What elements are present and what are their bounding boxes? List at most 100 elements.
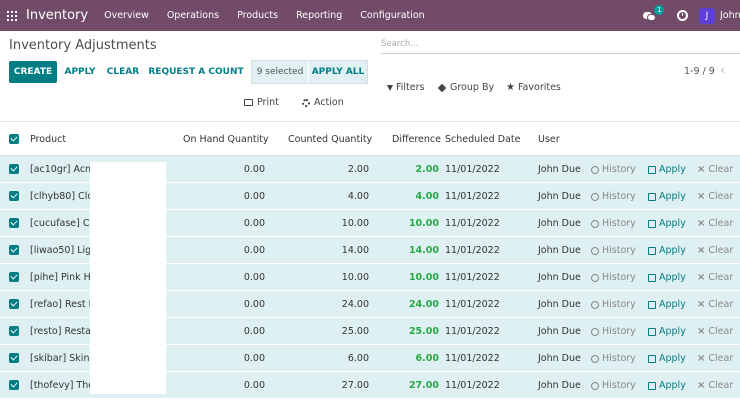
pager-previous-icon[interactable]: ‹ [720, 63, 725, 77]
history-button[interactable]: History [591, 164, 636, 175]
counted-cell[interactable]: 2.00 [348, 164, 369, 175]
user-cell[interactable]: John Due [538, 272, 581, 283]
apply-row-button[interactable]: Apply [648, 380, 686, 391]
user-cell[interactable]: John Due [538, 164, 581, 175]
favorites-dropdown[interactable]: ★ Favorites [506, 82, 561, 93]
clock-icon[interactable] [677, 10, 688, 21]
pager-value[interactable]: 1-9 / 9 [684, 66, 715, 77]
request-count-button[interactable]: REQUEST A COUNT [147, 61, 245, 83]
scheduled-date-cell[interactable]: 11/01/2022 [445, 272, 500, 283]
history-button[interactable]: History [591, 326, 636, 337]
apps-grid-icon[interactable] [7, 10, 17, 21]
apply-all-button[interactable]: APPLY ALL [308, 61, 367, 83]
scheduled-date-cell[interactable]: 11/01/2022 [445, 191, 500, 202]
scheduled-date-cell[interactable]: 11/01/2022 [445, 353, 500, 364]
history-button[interactable]: History [591, 218, 636, 229]
clear-row-button[interactable]: × Clear [697, 353, 733, 364]
clear-row-button[interactable]: × Clear [697, 326, 733, 337]
history-button[interactable]: History [591, 191, 636, 202]
row-checkbox[interactable] [9, 272, 19, 282]
apply-row-button[interactable]: Apply [648, 191, 686, 202]
row-checkbox[interactable] [9, 353, 19, 363]
history-icon [591, 273, 599, 282]
history-button[interactable]: History [591, 245, 636, 256]
group-by-dropdown[interactable]: Group By [437, 82, 494, 93]
action-dropdown[interactable]: Action [302, 97, 344, 108]
header-counted[interactable]: Counted Quantity [288, 134, 372, 145]
menu-products[interactable]: Products [237, 10, 278, 21]
apply-row-button[interactable]: Apply [648, 218, 686, 229]
row-checkbox[interactable] [9, 326, 19, 336]
user-cell[interactable]: John Due [538, 245, 581, 256]
history-button[interactable]: History [591, 272, 636, 283]
clear-row-button[interactable]: × Clear [697, 164, 733, 175]
clear-row-button[interactable]: × Clear [697, 191, 733, 202]
row-checkbox[interactable] [9, 164, 19, 174]
scheduled-date-cell[interactable]: 11/01/2022 [445, 164, 500, 175]
row-checkbox[interactable] [9, 299, 19, 309]
user-cell[interactable]: John Due [538, 218, 581, 229]
history-button[interactable]: History [591, 353, 636, 364]
header-user[interactable]: User [538, 134, 560, 145]
scheduled-date-cell[interactable]: 11/01/2022 [445, 326, 500, 337]
apply-button[interactable]: APPLY [61, 61, 99, 83]
chat-icon[interactable]: 1 [643, 4, 665, 21]
page-title[interactable]: Inventory Adjustments [9, 38, 157, 53]
header-on-hand[interactable]: On Hand Quantity [183, 134, 269, 145]
row-checkbox[interactable] [9, 380, 19, 390]
clear-button[interactable]: CLEAR [103, 61, 143, 83]
avatar[interactable]: J [699, 7, 715, 24]
counted-cell[interactable]: 25.00 [342, 326, 369, 337]
scheduled-date-cell[interactable]: 11/01/2022 [445, 299, 500, 310]
counted-cell[interactable]: 10.00 [342, 218, 369, 229]
user-cell[interactable]: John Due [538, 380, 581, 391]
header-difference[interactable]: Difference [392, 134, 441, 145]
clear-row-button[interactable]: × Clear [697, 272, 733, 283]
clear-row-button[interactable]: × Clear [697, 380, 733, 391]
clear-label: Clear [708, 191, 734, 202]
menu-overview[interactable]: Overview [104, 10, 149, 21]
header-scheduled-date[interactable]: Scheduled Date [445, 134, 520, 145]
counted-cell[interactable]: 10.00 [342, 272, 369, 283]
clear-row-button[interactable]: × Clear [697, 218, 733, 229]
history-button[interactable]: History [591, 380, 636, 391]
apply-row-button[interactable]: Apply [648, 353, 686, 364]
row-checkbox[interactable] [9, 191, 19, 201]
search-input[interactable] [381, 35, 740, 53]
apply-row-button[interactable]: Apply [648, 245, 686, 256]
apply-row-button[interactable]: Apply [648, 299, 686, 310]
clear-row-button[interactable]: × Clear [697, 299, 733, 310]
counted-cell[interactable]: 4.00 [348, 191, 369, 202]
print-dropdown[interactable]: Print [244, 97, 279, 108]
apply-row-button[interactable]: Apply [648, 326, 686, 337]
filters-dropdown[interactable]: Filters [387, 82, 424, 93]
history-button[interactable]: History [591, 299, 636, 310]
menu-reporting[interactable]: Reporting [296, 10, 342, 21]
difference-cell: 2.00 [415, 164, 439, 175]
row-checkbox[interactable] [9, 245, 19, 255]
clear-row-button[interactable]: × Clear [697, 245, 733, 256]
row-checkbox[interactable] [9, 218, 19, 228]
user-name[interactable]: John Due [720, 10, 740, 21]
close-icon: × [697, 164, 706, 175]
select-all-checkbox[interactable] [9, 134, 19, 144]
apply-row-button[interactable]: Apply [648, 272, 686, 283]
user-cell[interactable]: John Due [538, 191, 581, 202]
menu-configuration[interactable]: Configuration [360, 10, 424, 21]
counted-cell[interactable]: 27.00 [342, 380, 369, 391]
header-product[interactable]: Product [30, 134, 66, 145]
create-button[interactable]: CREATE [9, 61, 57, 83]
scheduled-date-cell[interactable]: 11/01/2022 [445, 245, 500, 256]
counted-cell[interactable]: 6.00 [348, 353, 369, 364]
apply-label: Apply [659, 353, 686, 364]
scheduled-date-cell[interactable]: 11/01/2022 [445, 218, 500, 229]
counted-cell[interactable]: 14.00 [342, 245, 369, 256]
user-cell[interactable]: John Due [538, 299, 581, 310]
user-cell[interactable]: John Due [538, 353, 581, 364]
apply-row-button[interactable]: Apply [648, 164, 686, 175]
scheduled-date-cell[interactable]: 11/01/2022 [445, 380, 500, 391]
user-cell[interactable]: John Due [538, 326, 581, 337]
menu-operations[interactable]: Operations [167, 10, 219, 21]
app-brand[interactable]: Inventory [26, 8, 88, 23]
counted-cell[interactable]: 24.00 [342, 299, 369, 310]
